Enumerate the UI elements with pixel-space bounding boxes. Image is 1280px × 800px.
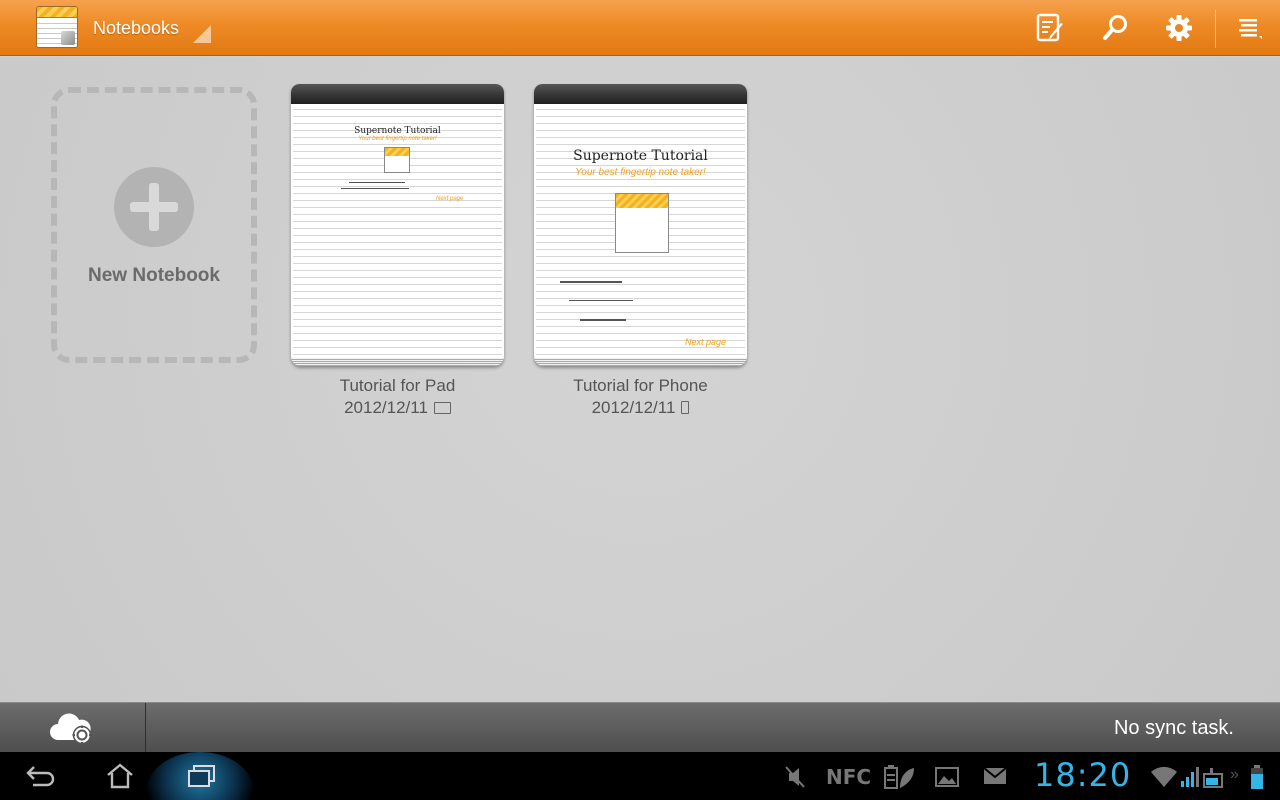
actionbar-divider [1215,10,1216,48]
sync-bar: No sync task. [0,702,1280,753]
plus-icon [114,167,194,247]
notebook-date-row: 2012/12/11 [291,398,504,418]
notebook-card-tutorial-pad[interactable]: Supernote Tutorial Your best fingertip n… [291,84,504,418]
supernote-logo-icon [384,147,410,173]
action-bar: Notebooks [0,0,1280,56]
cloud-sync-settings-button[interactable] [0,703,146,753]
settings-icon[interactable] [1162,11,1196,45]
phone-icon [681,401,690,414]
notebook-title: Tutorial for Pad [339,376,456,395]
notebook-date: 2012/12/11 [591,398,676,417]
new-notebook-label: New Notebook [88,265,220,286]
edit-notebook-icon[interactable] [1034,11,1068,45]
notebooks-dropdown[interactable]: Notebooks [93,18,179,39]
dropdown-triangle-icon[interactable] [193,25,211,43]
back-button[interactable] [22,752,60,800]
supernote-logo-icon [615,193,669,253]
back-icon [26,766,55,787]
home-icon [107,763,133,789]
app-logo-icon[interactable] [36,6,78,48]
notebook-title: Tutorial for Phone [573,376,708,395]
notebook-cover[interactable]: Supernote Tutorial Your best fingertip n… [291,84,504,366]
notebook-date-row: 2012/12/11 [534,398,747,418]
cloud-settings-icon [49,713,91,745]
new-notebook-button[interactable]: New Notebook [51,87,257,363]
overflow-menu-icon[interactable] [1232,11,1266,45]
notebook-date: 2012/12/11 [344,398,428,417]
recent-apps-icon [188,765,215,787]
cover-subtitle: Your best fingertip note taker! [358,136,437,142]
notebook-grid: New Notebook Supernote Tutorial Your bes… [0,57,1280,702]
cover-next-page: Next page [685,337,727,347]
notebook-card-tutorial-phone[interactable]: Supernote Tutorial Your best fingertip n… [534,84,747,418]
recent-apps-button[interactable] [182,752,222,800]
cover-next-page: Next page [436,196,464,202]
cover-title: Supernote Tutorial [354,126,441,136]
tablet-icon [433,402,451,414]
sync-status: No sync task. [1113,717,1234,739]
notebook-cover[interactable]: Supernote Tutorial Your best fingertip n… [534,84,747,366]
search-icon[interactable] [1098,11,1132,45]
cover-subtitle: Your best fingertip note taker! [575,167,706,178]
cover-title: Supernote Tutorial [573,148,708,164]
home-button[interactable] [102,752,138,800]
